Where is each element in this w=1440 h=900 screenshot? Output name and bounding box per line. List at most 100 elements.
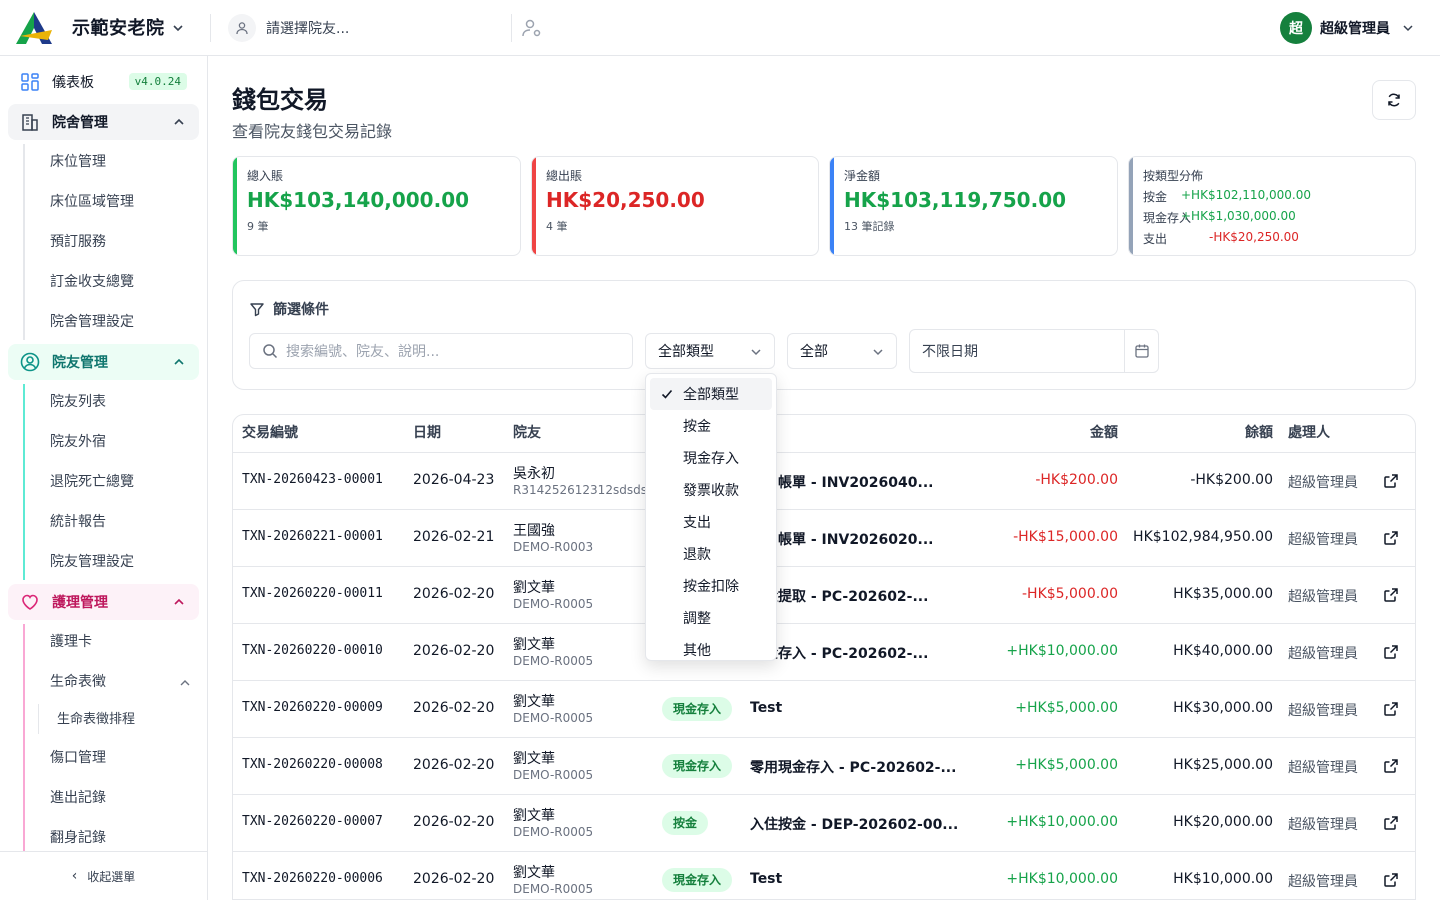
- table-row[interactable]: TXN-20260220-00006 2026-02-20 劉文華 DEMO-R000…: [233, 851, 1415, 899]
- table-row[interactable]: TXN-20260423-00001 2026-04-23 吳永初 R31425261…: [233, 452, 1415, 509]
- table-row[interactable]: TXN-20260220-00009 2026-02-20 劉文華 DEMO-R000…: [233, 680, 1415, 737]
- txn-date: 2026-02-20: [413, 643, 495, 659]
- sidebar-item-stats-report[interactable]: 統計報告: [50, 512, 106, 532]
- status-select[interactable]: 全部: [787, 333, 897, 369]
- dropdown-option[interactable]: 按金: [650, 410, 772, 442]
- sidebar-item-bed-area[interactable]: 床位區域管理: [50, 192, 134, 212]
- table-row[interactable]: TXN-20260220-00011 2026-02-20 劉文華 DEMO-R000…: [233, 566, 1415, 623]
- table-row[interactable]: TXN-20260220-00007 2026-02-20 劉文華 DEMO-R000…: [233, 794, 1415, 851]
- user-circle-icon: [20, 352, 40, 372]
- type-select[interactable]: 全部類型: [645, 333, 775, 369]
- txn-handler[interactable]: 超級管理員: [1288, 643, 1358, 663]
- user-menu[interactable]: 超 超級管理員: [1280, 12, 1416, 44]
- sidebar-item-resident-list[interactable]: 院友列表: [50, 392, 106, 412]
- chevron-down-icon: [751, 349, 761, 356]
- txn-handler[interactable]: 超級管理員: [1288, 586, 1358, 606]
- col-header-balance[interactable]: 餘額: [1133, 423, 1273, 443]
- table-row[interactable]: TXN-20260221-00001 2026-02-21 王國強 DEMO-R000…: [233, 509, 1415, 566]
- refresh-button[interactable]: [1372, 80, 1416, 120]
- dropdown-option[interactable]: 現金存入: [650, 442, 772, 474]
- sidebar-group-facility[interactable]: 院舍管理: [8, 104, 199, 140]
- txn-balance: HK$25,000.00: [1173, 757, 1273, 773]
- resident-name: 劉文華: [513, 637, 555, 653]
- sidebar-item-discharge[interactable]: 退院死亡總覽: [50, 472, 134, 492]
- sidebar-item-vitals[interactable]: 生命表徵: [50, 672, 106, 692]
- dropdown-option[interactable]: 調整: [650, 602, 772, 634]
- sidebar-item-dashboard[interactable]: 儀表板 v4.0.24: [8, 64, 199, 100]
- txn-date: 2026-02-20: [413, 871, 495, 887]
- external-link-icon[interactable]: [1383, 872, 1399, 888]
- sidebar-item-turning[interactable]: 翻身記錄: [50, 828, 106, 848]
- resident-code: DEMO-R0005: [513, 597, 594, 611]
- txn-handler[interactable]: 超級管理員: [1288, 757, 1358, 777]
- col-header-id[interactable]: 交易編號: [242, 423, 298, 443]
- external-link-icon[interactable]: [1383, 758, 1399, 774]
- txn-handler[interactable]: 超級管理員: [1288, 871, 1358, 891]
- sidebar-item-vitals-schedule[interactable]: 生命表徵排程: [57, 710, 135, 730]
- sidebar-item-label: 院友管理: [52, 355, 108, 371]
- txn-description: Test: [750, 700, 783, 716]
- sidebar-item-wound[interactable]: 傷口管理: [50, 748, 106, 768]
- sidebar-item-booking[interactable]: 預訂服務: [50, 232, 106, 252]
- submenu-line: [23, 144, 25, 340]
- txn-id: TXN-20260220-00007: [242, 814, 383, 829]
- txn-id: TXN-20260220-00009: [242, 700, 383, 715]
- org-name[interactable]: 示範安老院: [72, 14, 165, 40]
- external-link-icon[interactable]: [1383, 815, 1399, 831]
- table-row[interactable]: TXN-20260220-00010 2026-02-20 劉文華 DEMO-R000…: [233, 623, 1415, 680]
- txn-balance: HK$35,000.00: [1173, 586, 1273, 602]
- dropdown-option[interactable]: 發票收款: [650, 474, 772, 506]
- resident-code: DEMO-R0003: [513, 540, 594, 554]
- sidebar-group-residents[interactable]: 院友管理: [8, 344, 199, 380]
- sidebar-item-resident-leave[interactable]: 院友外宿: [50, 432, 106, 452]
- external-link-icon[interactable]: [1383, 701, 1399, 717]
- stat-label: 淨金額: [844, 169, 881, 183]
- chevron-up-icon[interactable]: [178, 676, 192, 690]
- dropdown-option[interactable]: 按金扣除: [650, 570, 772, 602]
- sidebar-item-nursing-card[interactable]: 護理卡: [50, 632, 92, 652]
- sidebar-item-deposit-overview[interactable]: 訂金收支總覽: [50, 272, 134, 292]
- filter-card: 篩選條件 搜索編號、院友、說明... 全部類型 全部 不限日期: [232, 280, 1416, 390]
- txn-handler[interactable]: 超級管理員: [1288, 529, 1358, 549]
- calendar-button[interactable]: [1124, 330, 1158, 372]
- search-input[interactable]: 搜索編號、院友、說明...: [249, 333, 633, 369]
- external-link-icon[interactable]: [1383, 587, 1399, 603]
- txn-description: 抵扣帳單 - INV2026020...: [750, 532, 934, 548]
- collapse-menu-button[interactable]: ‹ 收起選單: [0, 851, 207, 900]
- dropdown-option[interactable]: 全部類型: [650, 378, 772, 410]
- dashboard-icon: [20, 72, 40, 92]
- external-link-icon[interactable]: [1383, 644, 1399, 660]
- txn-amount: -HK$200.00: [1035, 472, 1118, 488]
- txn-amount: -HK$5,000.00: [1021, 586, 1118, 602]
- col-header-handler[interactable]: 處理人: [1288, 423, 1330, 443]
- stat-value: HK$20,250.00: [546, 188, 705, 212]
- col-header-date[interactable]: 日期: [413, 423, 441, 443]
- resident-name: 劉文華: [513, 865, 555, 881]
- resident-selector[interactable]: 請選擇院友...: [228, 12, 510, 44]
- dropdown-option[interactable]: 其他: [650, 634, 772, 660]
- refresh-icon: [1388, 93, 1400, 107]
- dropdown-option[interactable]: 支出: [650, 506, 772, 538]
- dropdown-option[interactable]: 退款: [650, 538, 772, 570]
- chevron-down-icon[interactable]: [168, 18, 188, 38]
- user-settings-icon[interactable]: [520, 16, 544, 40]
- txn-handler[interactable]: 超級管理員: [1288, 814, 1358, 834]
- sidebar-group-nursing[interactable]: 護理管理: [8, 584, 199, 620]
- col-header-amount[interactable]: 金額: [1003, 423, 1118, 443]
- user-name: 超級管理員: [1320, 21, 1390, 37]
- txn-handler[interactable]: 超級管理員: [1288, 700, 1358, 720]
- table-row[interactable]: TXN-20260220-00008 2026-02-20 劉文華 DEMO-R000…: [233, 737, 1415, 794]
- col-header-resident[interactable]: 院友: [513, 423, 541, 443]
- stat-total-in: 總入賬 HK$103,140,000.00 9 筆: [232, 156, 521, 256]
- external-link-icon[interactable]: [1383, 473, 1399, 489]
- sidebar-item-facility-settings[interactable]: 院舍管理設定: [50, 312, 134, 332]
- external-link-icon[interactable]: [1383, 530, 1399, 546]
- resident-code: DEMO-R0005: [513, 711, 594, 725]
- txn-date: 2026-02-20: [413, 586, 495, 602]
- sidebar-item-bed[interactable]: 床位管理: [50, 152, 106, 172]
- page-subtitle: 查看院友錢包交易記錄: [232, 122, 393, 141]
- sidebar-item-resident-settings[interactable]: 院友管理設定: [50, 552, 134, 572]
- txn-handler[interactable]: 超級管理員: [1288, 472, 1358, 492]
- date-range-input[interactable]: 不限日期: [909, 329, 1159, 373]
- sidebar-item-entry-exit[interactable]: 進出記錄: [50, 788, 106, 808]
